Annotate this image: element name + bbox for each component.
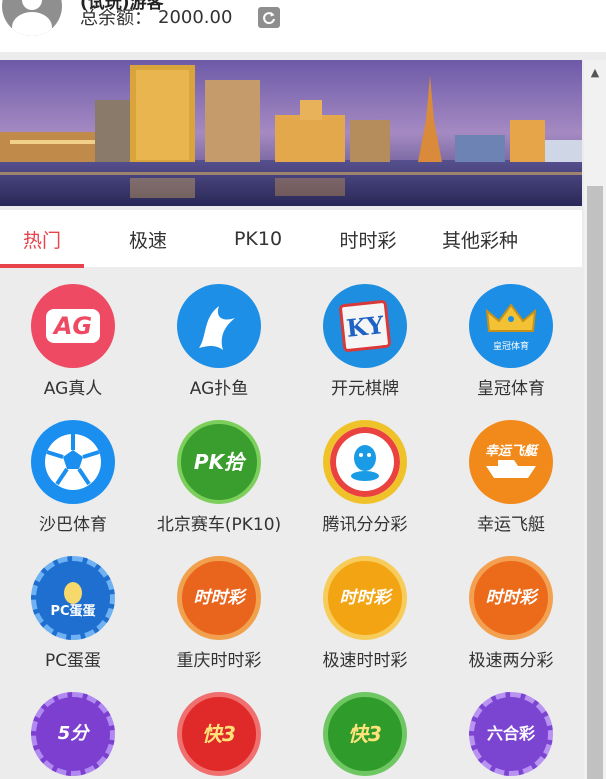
game-pc-egg[interactable]: PC蛋蛋 PC蛋蛋 <box>0 542 146 676</box>
game-label: PC蛋蛋 <box>44 651 102 671</box>
game-saba-sports[interactable]: 沙巴体育 <box>0 406 146 540</box>
refresh-icon[interactable] <box>258 7 280 28</box>
5min-ssc-icon: 5分 <box>31 692 115 776</box>
pk10-icon: PK拾 <box>177 420 261 504</box>
kuai3-icon: 快3 <box>177 692 261 776</box>
balance-row: 总余额： 2000.00 <box>80 5 233 30</box>
game-label: AG扑鱼 <box>189 379 249 399</box>
game-mark-six[interactable]: 六合彩 <box>438 678 584 779</box>
game-lucky-boat[interactable]: 幸运飞艇 幸运飞艇 <box>438 406 584 540</box>
game-5min-ssc[interactable]: 5分 <box>0 678 146 779</box>
game-label: 皇冠体育 <box>477 379 545 399</box>
game-jiangsu-k3[interactable]: 快3 <box>292 678 438 779</box>
soccer-ball-icon <box>31 420 115 504</box>
tab-other-lottery[interactable]: 其他彩种 <box>430 210 530 268</box>
game-ag-live[interactable]: AG AG真人 <box>0 270 146 404</box>
ag-fish-icon <box>177 284 261 368</box>
game-kuai3[interactable]: 快3 <box>146 678 292 779</box>
mark-six-icon: 六合彩 <box>469 692 553 776</box>
user-header: (试玩)游客 总余额： 2000.00 <box>0 0 606 52</box>
game-grid: AG AG真人 AG扑鱼 KY 开元棋牌 皇冠体育 皇冠体育 沙巴体育 PK拾 … <box>0 270 582 779</box>
tencent-icon <box>323 420 407 504</box>
scroll-up-arrow-icon[interactable]: ▲ <box>584 62 606 82</box>
crown-sports-icon: 皇冠体育 <box>469 284 553 368</box>
game-crown-sports[interactable]: 皇冠体育 皇冠体育 <box>438 270 584 404</box>
tab-fast[interactable]: 极速 <box>106 210 190 268</box>
game-label: 北京赛车(PK10) <box>156 515 282 535</box>
tab-ssc[interactable]: 时时彩 <box>326 210 410 268</box>
category-tabs: 热门 极速 PK10 时时彩 其他彩种 <box>0 210 582 268</box>
fast-2min-icon: 时时彩 <box>469 556 553 640</box>
tab-hot[interactable]: 热门 <box>0 210 84 268</box>
pc-egg-icon: PC蛋蛋 <box>31 556 115 640</box>
ag-live-icon: AG <box>31 284 115 368</box>
game-ky-chess[interactable]: KY 开元棋牌 <box>292 270 438 404</box>
jiangsu-k3-icon: 快3 <box>323 692 407 776</box>
avatar[interactable] <box>2 0 62 36</box>
game-label: 重庆时时彩 <box>176 651 262 671</box>
game-label: AG真人 <box>43 379 103 399</box>
game-label: 极速时时彩 <box>322 651 408 671</box>
lucky-boat-icon: 幸运飞艇 <box>469 420 553 504</box>
game-label: 开元棋牌 <box>331 379 399 399</box>
game-label: 幸运飞艇 <box>477 515 545 535</box>
scrollbar-thumb[interactable] <box>587 186 603 779</box>
game-label: 腾讯分分彩 <box>322 515 408 535</box>
balance-label: 总余额： <box>80 8 152 29</box>
tab-pk10[interactable]: PK10 <box>216 210 300 268</box>
fast-ssc-icon: 时时彩 <box>323 556 407 640</box>
game-fast-ssc[interactable]: 时时彩 极速时时彩 <box>292 542 438 676</box>
game-fast-2min[interactable]: 时时彩 极速两分彩 <box>438 542 584 676</box>
game-ag-fish[interactable]: AG扑鱼 <box>146 270 292 404</box>
game-tencent-ffc[interactable]: 腾讯分分彩 <box>292 406 438 540</box>
ky-chess-icon: KY <box>323 284 407 368</box>
balance-value: 2000.00 <box>158 6 233 28</box>
game-label: 极速两分彩 <box>468 651 554 671</box>
game-label: 沙巴体育 <box>39 515 107 535</box>
game-beijing-pk10[interactable]: PK拾 北京赛车(PK10) <box>146 406 292 540</box>
game-cq-ssc[interactable]: 时时彩 重庆时时彩 <box>146 542 292 676</box>
promo-banner[interactable] <box>0 60 582 206</box>
active-tab-indicator <box>0 264 84 268</box>
cq-ssc-icon: 时时彩 <box>177 556 261 640</box>
